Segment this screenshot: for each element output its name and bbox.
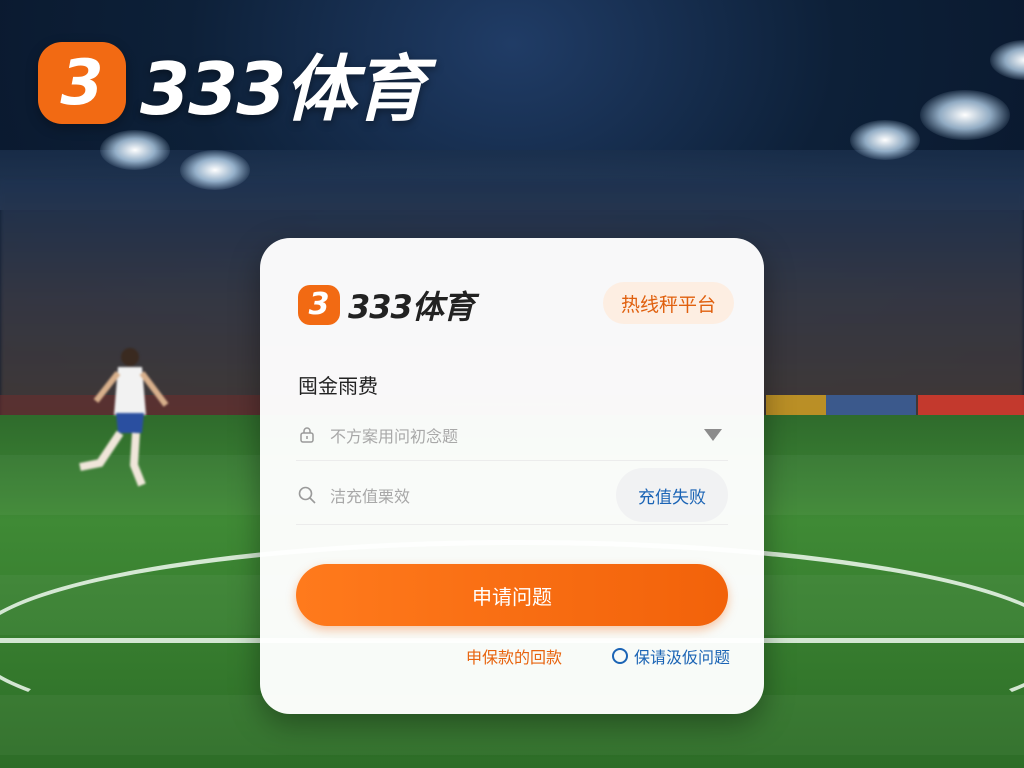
brand-badge-glyph: 3 (60, 45, 104, 119)
refund-link[interactable]: 申保款的回款 (466, 644, 562, 668)
order-search-field[interactable]: 洁充值栗效 充值失败 (296, 466, 728, 525)
floodlight (850, 120, 920, 160)
other-issue-label: 保请汲仮问题 (634, 648, 731, 667)
floodlight (180, 150, 250, 190)
card-brand-name: 333体育 (348, 288, 475, 326)
ad-board (826, 395, 916, 417)
card-badge-glyph: 3 (308, 287, 330, 322)
floodlight (100, 130, 170, 170)
section-title: 囤金雨费 (298, 374, 378, 398)
card-badge-icon: 3 (298, 285, 340, 325)
login-card: 3 333体育 热线秤平台 囤金雨费 不方案用问初念题 洁充值栗效 充值失败 申… (260, 238, 764, 714)
circle-icon (612, 648, 628, 664)
order-search-placeholder: 洁充值栗效 (330, 487, 411, 506)
brand-name: 333体育 (140, 47, 426, 131)
search-icon (296, 484, 318, 506)
chevron-down-icon[interactable] (704, 429, 722, 441)
card-logo: 3 333体育 (298, 282, 475, 328)
ad-board (766, 395, 826, 417)
brand-badge-icon: 3 (38, 41, 126, 124)
lock-icon (296, 424, 318, 446)
floodlight (920, 90, 1010, 140)
recharge-failed-button[interactable]: 充值失败 (616, 468, 728, 522)
brand-logo: 3 333体育 (38, 30, 426, 135)
hotline-badge[interactable]: 热线秤平台 (602, 282, 734, 324)
ad-board (918, 395, 1024, 417)
player-figure (79, 348, 169, 487)
problem-type-placeholder: 不方案用问初念题 (330, 427, 459, 446)
submit-request-button[interactable]: 申请问题 (296, 564, 728, 626)
problem-type-select[interactable]: 不方案用问初念题 (296, 410, 728, 461)
other-issue-link[interactable]: 保请汲仮问题 (612, 644, 730, 668)
